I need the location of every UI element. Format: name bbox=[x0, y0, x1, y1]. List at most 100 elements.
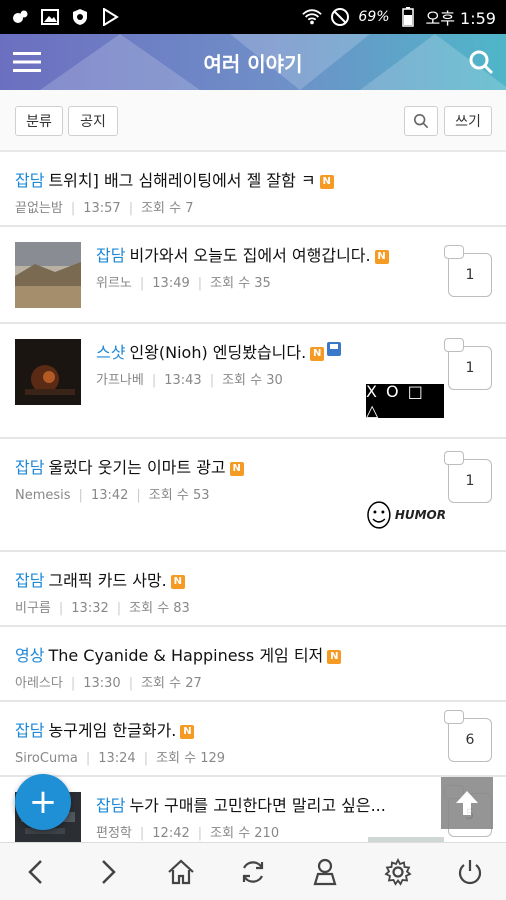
home-button[interactable] bbox=[156, 847, 206, 897]
post-item[interactable]: 스샷 인왕(Nioh) 엔딩봤습니다. N 가프나베 | 13:43 | 조회 수 30 1… bbox=[0, 324, 506, 439]
post-views: 조회 수 30 bbox=[222, 373, 283, 388]
post-title: 비가와서 오늘도 집에서 여행갑니다. bbox=[129, 246, 371, 265]
status-bar: 69% 오후 1:59 bbox=[0, 0, 506, 34]
post-author: 비구름 bbox=[15, 601, 51, 616]
scroll-to-top-button[interactable] bbox=[441, 777, 493, 829]
post-title: 농구게임 한글화가. bbox=[48, 721, 177, 740]
settings-button[interactable] bbox=[373, 847, 423, 897]
new-badge: N bbox=[229, 462, 244, 476]
comment-bubble-icon bbox=[444, 710, 464, 724]
profile-button[interactable] bbox=[300, 847, 350, 897]
back-button[interactable] bbox=[11, 847, 61, 897]
new-badge: N bbox=[319, 175, 334, 189]
bottom-navigation bbox=[0, 842, 506, 900]
post-category: 잡담 bbox=[96, 246, 126, 265]
refresh-icon bbox=[242, 860, 264, 883]
attachment-icon bbox=[327, 342, 342, 356]
post-time: 12:42 bbox=[152, 826, 190, 841]
post-time: 13:30 bbox=[83, 676, 121, 691]
new-badge: N bbox=[374, 250, 389, 264]
shield-icon bbox=[70, 7, 90, 27]
post-thumbnail bbox=[15, 242, 81, 308]
post-title-row: 영상 The Cyanide & Happiness 게임 티저 N bbox=[15, 642, 491, 666]
post-views: 조회 수 27 bbox=[141, 676, 202, 691]
notice-button[interactable]: 공지 bbox=[68, 106, 118, 136]
comment-count-value: 1 bbox=[465, 267, 475, 283]
post-category: 잡담 bbox=[15, 721, 45, 740]
post-item[interactable]: 영상 The Cyanide & Happiness 게임 티저 N 아레스다 | 13… bbox=[0, 627, 506, 702]
new-badge: N bbox=[327, 650, 342, 664]
do-not-disturb-icon bbox=[330, 7, 350, 27]
post-title-row: 잡담 농구게임 한글화가. N bbox=[15, 717, 436, 741]
post-time: 13:49 bbox=[152, 276, 190, 291]
post-title-row: 스샷 인왕(Nioh) 엔딩봤습니다. N bbox=[96, 339, 436, 363]
post-author: SiroCuma bbox=[15, 751, 78, 766]
power-button[interactable] bbox=[445, 847, 495, 897]
post-meta: 위르노 | 13:49 | 조회 수 35 bbox=[96, 276, 271, 291]
post-title: 트위치] 배그 심해레이팅에서 젤 잘함 ㅋ bbox=[48, 171, 316, 190]
game-controls-overlay: X O □ △ bbox=[366, 382, 444, 420]
post-category: 잡담 bbox=[15, 458, 45, 477]
battery-percent: 69% bbox=[358, 9, 390, 25]
comment-bubble-icon bbox=[444, 245, 464, 259]
play-store-icon bbox=[100, 7, 120, 27]
post-author: 아레스다 bbox=[15, 676, 63, 691]
post-views: 조회 수 210 bbox=[210, 826, 280, 841]
comment-count-value: 1 bbox=[465, 360, 475, 376]
comment-count-value: 6 bbox=[465, 732, 475, 748]
search-icon bbox=[469, 50, 494, 75]
write-button[interactable]: 쓰기 bbox=[444, 106, 492, 136]
menu-button[interactable] bbox=[10, 46, 44, 78]
app-header: 여러 이야기 bbox=[0, 34, 506, 90]
post-views: 조회 수 129 bbox=[156, 751, 226, 766]
comment-count[interactable]: 1 bbox=[444, 451, 492, 503]
post-author: 가프나베 bbox=[96, 373, 144, 388]
category-button[interactable]: 분류 bbox=[15, 106, 63, 136]
clock: 오후 1:59 bbox=[425, 9, 496, 28]
photo-icon bbox=[10, 7, 30, 27]
image-icon bbox=[40, 7, 60, 27]
post-title: The Cyanide & Happiness 게임 티저 bbox=[48, 646, 324, 665]
post-meta: 비구름 | 13:32 | 조회 수 83 bbox=[15, 601, 190, 616]
comment-count[interactable]: 6 bbox=[444, 710, 492, 762]
post-item[interactable]: 잡담 그래픽 카드 사망. N 비구름 | 13:32 | 조회 수 83 bbox=[0, 552, 506, 627]
post-list: 잡담 트위치] 배그 심해레이팅에서 젤 잘함 ㅋN 끝없는밤 | 13:57 | 조회 … bbox=[0, 152, 506, 842]
post-author: 위르노 bbox=[96, 276, 132, 291]
post-item[interactable]: 잡담 누가 구매를 고민한다면 말리고 싶은... 편정학 | 12:42 | 조회 수 … bbox=[0, 777, 506, 842]
post-item[interactable]: 잡담 트위치] 배그 심해레이팅에서 젤 잘함 ㅋN 끝없는밤 | 13:57 | 조회 … bbox=[0, 152, 506, 227]
new-post-fab[interactable]: + bbox=[15, 774, 71, 830]
post-category: 잡담 bbox=[96, 796, 126, 815]
page-title: 여러 이야기 bbox=[203, 51, 303, 76]
new-badge: N bbox=[180, 725, 195, 739]
search-icon bbox=[413, 113, 429, 129]
post-title-row: 잡담 누가 구매를 고민한다면 말리고 싶은... bbox=[96, 792, 436, 816]
comment-count[interactable]: 1 bbox=[444, 245, 492, 297]
board-search-button[interactable] bbox=[404, 106, 438, 136]
meme-face-icon bbox=[367, 501, 391, 529]
hamburger-menu-icon bbox=[13, 52, 41, 72]
post-title: 울렀다 웃기는 이마트 광고 bbox=[48, 458, 226, 477]
post-category: 영상 bbox=[15, 646, 45, 665]
post-time: 13:32 bbox=[71, 601, 109, 616]
refresh-button[interactable] bbox=[228, 847, 278, 897]
back-icon bbox=[28, 859, 43, 884]
post-category: 잡담 bbox=[15, 171, 45, 190]
post-item[interactable]: 잡담 농구게임 한글화가. N SiroCuma | 13:24 | 조회 수 129 6 bbox=[0, 702, 506, 777]
post-time: 13:24 bbox=[98, 751, 136, 766]
settings-icon bbox=[383, 857, 412, 886]
post-author: 편정학 bbox=[96, 826, 132, 841]
comment-count[interactable]: 1 bbox=[444, 338, 492, 390]
post-item[interactable]: 잡담 비가와서 오늘도 집에서 여행갑니다. N 위르노 | 13:49 | 조회 수 35… bbox=[0, 227, 506, 324]
post-thumbnail bbox=[15, 339, 81, 405]
humor-sticker: HUMOR bbox=[366, 499, 446, 531]
forward-icon bbox=[102, 859, 117, 884]
post-meta: 아레스다 | 13:30 | 조회 수 27 bbox=[15, 676, 202, 691]
power-icon bbox=[458, 859, 481, 884]
header-search-button[interactable] bbox=[464, 46, 498, 78]
forward-button[interactable] bbox=[83, 847, 133, 897]
humor-label: HUMOR bbox=[394, 508, 446, 522]
arrow-up-icon bbox=[456, 791, 478, 815]
battery-icon bbox=[398, 7, 418, 27]
post-item[interactable]: 잡담 울렀다 웃기는 이마트 광고 N Nemesis | 13:42 | 조회 수 53 … bbox=[0, 439, 506, 552]
post-title: 그래픽 카드 사망. bbox=[48, 571, 167, 590]
